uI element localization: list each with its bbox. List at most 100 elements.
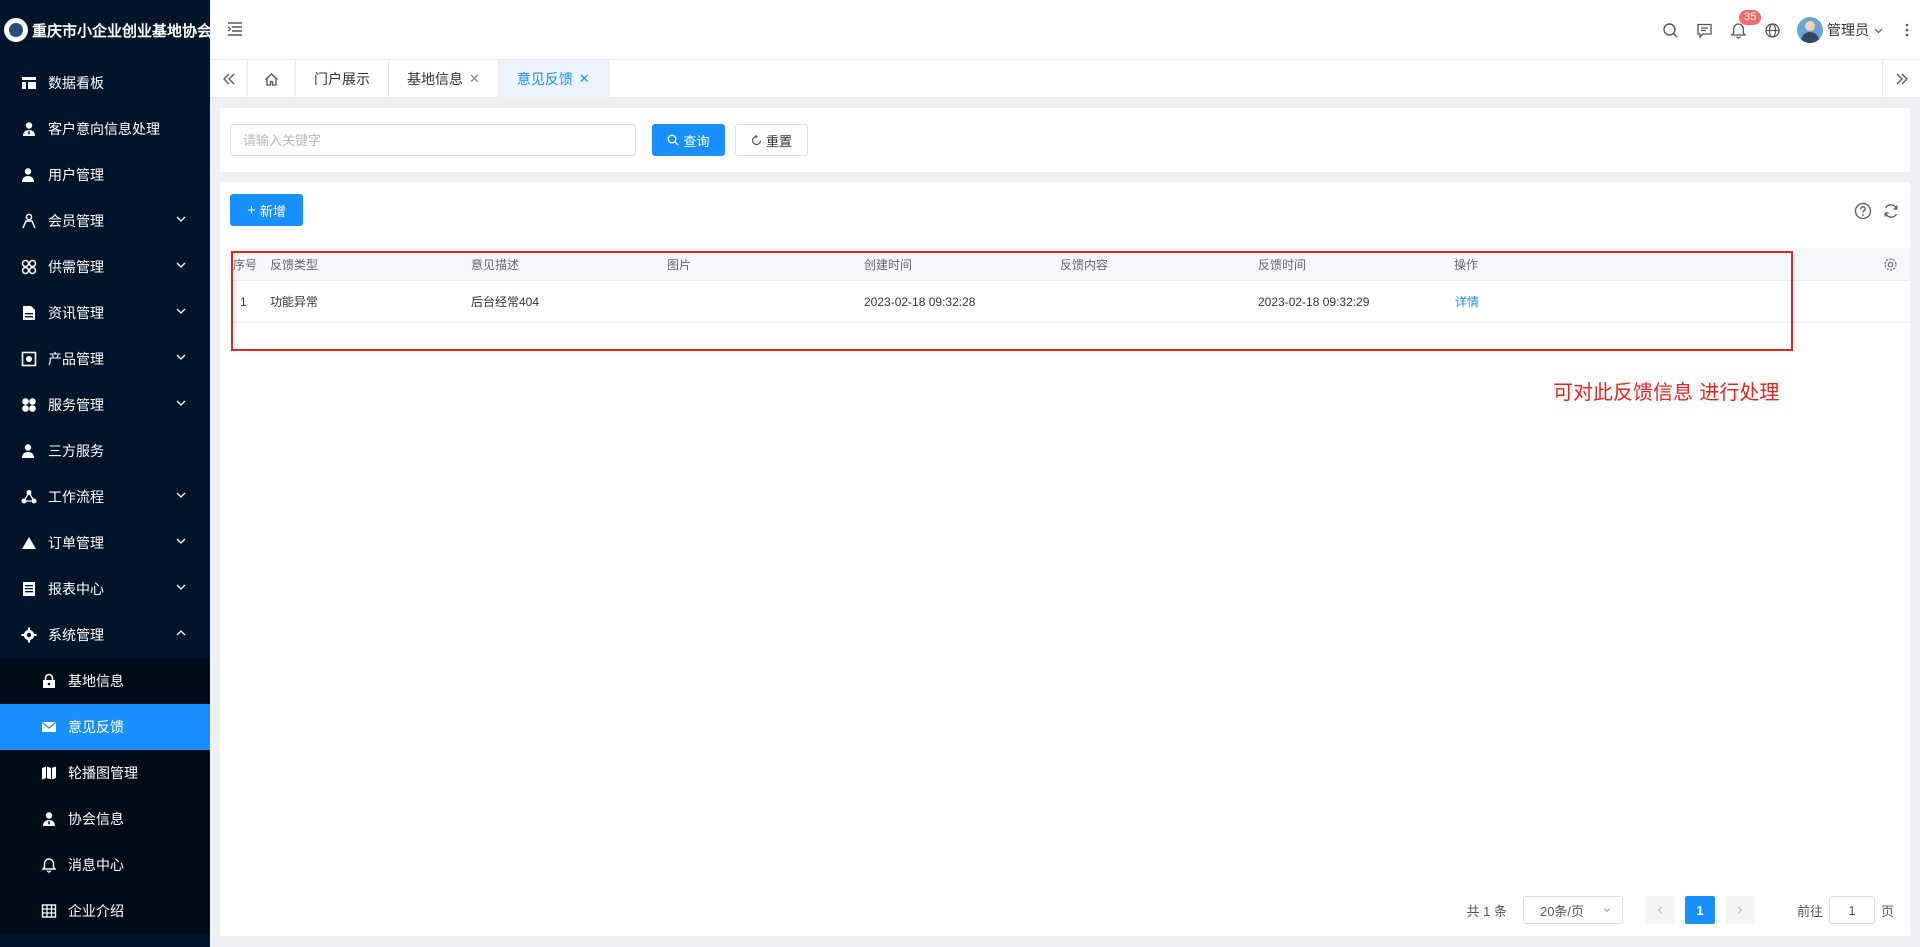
home-icon bbox=[265, 72, 278, 86]
next-page-button[interactable] bbox=[1724, 896, 1755, 924]
search-icon bbox=[1662, 22, 1677, 37]
sidebar-item-label: 产品管理 bbox=[48, 351, 104, 367]
sidebar-item-news[interactable]: 资讯管理 bbox=[0, 290, 210, 336]
sidebar-item-carousel[interactable]: 轮播图管理 bbox=[0, 750, 210, 796]
sidebar-item-label: 协会信息 bbox=[68, 811, 124, 827]
sidebar-item-messages[interactable]: 消息中心 bbox=[0, 842, 210, 888]
chevron-right-icon bbox=[1738, 906, 1743, 914]
user-name: 管理员 bbox=[1827, 22, 1869, 38]
refresh-icon[interactable] bbox=[1882, 202, 1900, 220]
sidebar-item-label: 基地信息 bbox=[68, 673, 124, 689]
header-message-button[interactable] bbox=[1687, 0, 1721, 60]
sidebar-menu: 数据看板 客户意向信息处理 用户管理 会员管理 供需管理 资讯管理 产品管理 服… bbox=[0, 60, 210, 658]
cell-created: 2023-02-18 09:32:28 bbox=[864, 294, 976, 309]
sidebar-item-system[interactable]: 系统管理 bbox=[0, 612, 210, 658]
sidebar-item-base-info[interactable]: 基地信息 bbox=[0, 658, 210, 704]
sidebar-item-label: 轮播图管理 bbox=[68, 765, 138, 781]
refresh-icon bbox=[751, 134, 762, 145]
sidebar-item-customer-intent[interactable]: 客户意向信息处理 bbox=[0, 106, 210, 152]
keyword-search-input[interactable] bbox=[230, 124, 636, 156]
logo bbox=[4, 18, 28, 42]
column-header-description: 意见描述 bbox=[471, 257, 520, 272]
header-language-button[interactable] bbox=[1755, 0, 1789, 60]
mail-icon bbox=[40, 718, 58, 736]
chevron-down-icon bbox=[1603, 908, 1611, 913]
user-icon bbox=[20, 442, 38, 460]
sidebar-item-feedback[interactable]: 意见反馈 bbox=[0, 704, 210, 750]
cell-feedback-time: 2023-02-18 09:32:29 bbox=[1258, 294, 1370, 309]
header-notification-button[interactable]: 35 bbox=[1721, 0, 1762, 60]
sidebar-item-workflow[interactable]: 工作流程 bbox=[0, 474, 210, 520]
chevron-down-icon bbox=[176, 262, 186, 268]
sidebar-item-users[interactable]: 用户管理 bbox=[0, 152, 210, 198]
goto-page-input[interactable] bbox=[1828, 896, 1875, 924]
help-icon[interactable] bbox=[1854, 202, 1872, 220]
bell-icon bbox=[40, 856, 58, 874]
detail-link[interactable]: 详情 bbox=[1455, 281, 1479, 322]
lock-icon bbox=[40, 672, 58, 690]
sidebar-item-label: 报表中心 bbox=[48, 581, 104, 597]
user-menu[interactable]: 管理员 bbox=[1789, 0, 1894, 60]
tab-base-info[interactable]: 基地信息 ✕ bbox=[389, 60, 499, 98]
map-icon bbox=[40, 764, 58, 782]
sidebar-item-company-intro[interactable]: 企业介绍 bbox=[0, 888, 210, 934]
query-button[interactable]: 查询 bbox=[652, 124, 725, 156]
double-chevron-right-icon bbox=[1896, 73, 1908, 85]
tabs-scroll-right-button[interactable] bbox=[1882, 60, 1920, 98]
user-tie-icon bbox=[40, 810, 58, 828]
tabs-scroll-left-button[interactable] bbox=[210, 60, 248, 98]
reset-button[interactable]: 重置 bbox=[735, 124, 808, 156]
column-settings-icon[interactable] bbox=[1883, 257, 1898, 272]
sidebar: 重庆市小企业创业基地协会 数据看板 客户意向信息处理 用户管理 会员管理 供需管… bbox=[0, 0, 212, 947]
tab-feedback[interactable]: 意见反馈 ✕ bbox=[498, 60, 609, 98]
sidebar-item-members[interactable]: 会员管理 bbox=[0, 198, 210, 244]
sidebar-item-label: 数据看板 bbox=[48, 75, 104, 91]
page-jumper: 前往 页 bbox=[1797, 896, 1894, 924]
column-header-actions: 操作 bbox=[1454, 257, 1479, 272]
sidebar-item-label: 会员管理 bbox=[48, 213, 104, 229]
cell-index: 1 bbox=[240, 294, 247, 309]
prev-page-button[interactable] bbox=[1644, 896, 1675, 924]
page-number-button[interactable]: 1 bbox=[1684, 896, 1715, 924]
close-icon[interactable]: ✕ bbox=[579, 71, 590, 87]
chevron-down-icon bbox=[176, 216, 186, 222]
sidebar-item-products[interactable]: 产品管理 bbox=[0, 336, 210, 382]
sidebar-item-association[interactable]: 协会信息 bbox=[0, 796, 210, 842]
top-header: 35 管理员 bbox=[210, 0, 1920, 60]
sidebar-item-label: 供需管理 bbox=[48, 259, 104, 275]
sidebar-item-supply-demand[interactable]: 供需管理 bbox=[0, 244, 210, 290]
column-header-content: 反馈内容 bbox=[1060, 257, 1109, 272]
sidebar-item-dashboard[interactable]: 数据看板 bbox=[0, 60, 210, 106]
cluster-icon bbox=[20, 258, 38, 276]
tab-home[interactable] bbox=[248, 60, 296, 98]
more-options-button[interactable] bbox=[1894, 0, 1920, 60]
chevron-down-icon bbox=[176, 308, 186, 314]
tabs-bar: 门户展示 基地信息 ✕ 意见反馈 ✕ bbox=[210, 60, 1920, 98]
globe-icon bbox=[1764, 22, 1780, 38]
chevron-down-icon bbox=[176, 400, 186, 406]
add-button[interactable]: + 新增 bbox=[230, 194, 303, 226]
column-header-type: 反馈类型 bbox=[270, 257, 319, 272]
sidebar-item-third-party[interactable]: 三方服务 bbox=[0, 428, 210, 474]
chevron-down-icon bbox=[176, 492, 186, 498]
close-icon[interactable]: ✕ bbox=[469, 71, 480, 87]
sidebar-item-label: 服务管理 bbox=[48, 397, 104, 413]
double-chevron-left-icon bbox=[222, 73, 234, 85]
user-icon bbox=[20, 166, 38, 184]
sidebar-item-services[interactable]: 服务管理 bbox=[0, 382, 210, 428]
table-row: 1 功能异常 后台经常404 2023-02-18 09:32:28 2023-… bbox=[230, 281, 1910, 323]
sidebar-item-label: 企业介绍 bbox=[68, 903, 124, 919]
sidebar-item-label: 意见反馈 bbox=[68, 719, 124, 735]
page-size-select[interactable]: 20条/页 bbox=[1522, 896, 1623, 924]
more-vertical-icon bbox=[1905, 23, 1909, 37]
sidebar-item-label: 订单管理 bbox=[48, 535, 104, 551]
menu-fold-icon[interactable] bbox=[226, 20, 244, 38]
sidebar-item-orders[interactable]: 订单管理 bbox=[0, 520, 210, 566]
sidebar-item-label: 系统管理 bbox=[48, 627, 104, 643]
search-icon bbox=[668, 134, 679, 146]
column-header-feedback-time: 反馈时间 bbox=[1258, 257, 1307, 272]
cell-type: 功能异常 bbox=[270, 295, 319, 309]
sidebar-item-reports[interactable]: 报表中心 bbox=[0, 566, 210, 612]
tab-portal[interactable]: 门户展示 bbox=[296, 60, 389, 98]
header-search-button[interactable] bbox=[1653, 0, 1687, 60]
